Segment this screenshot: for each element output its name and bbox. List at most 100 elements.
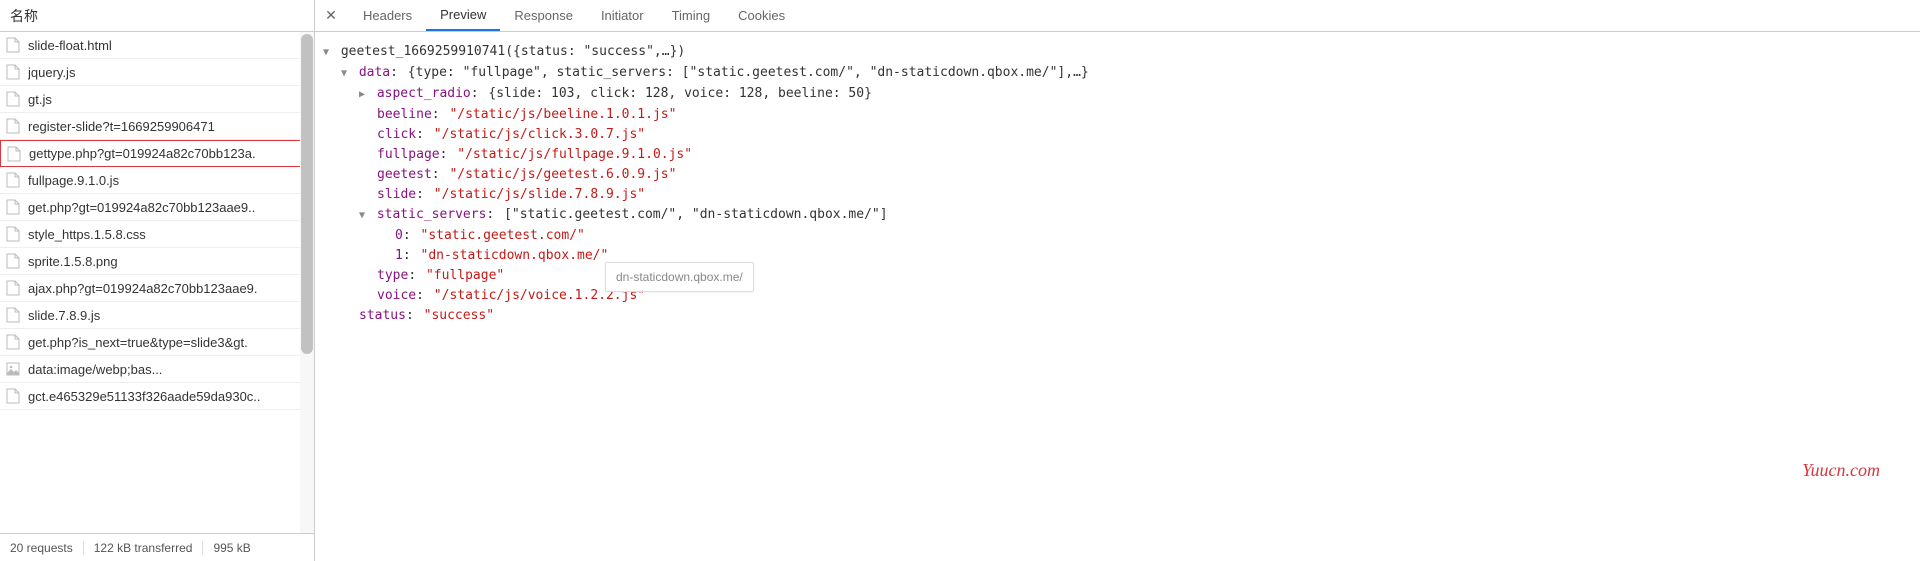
tree-row[interactable]: type: "fullpage" [323, 266, 1912, 286]
tab-preview[interactable]: Preview [426, 0, 500, 31]
document-file-icon [6, 388, 20, 404]
request-row[interactable]: gettype.php?gt=019924a82c70bb123a. [0, 140, 314, 167]
request-row[interactable]: sprite.1.5.8.png [0, 248, 314, 275]
tab-response[interactable]: Response [500, 0, 587, 31]
data-preview: {type: "fullpage", static_servers: ["sta… [408, 65, 1089, 80]
request-name: gct.e465329e51133f326aade59da930c.. [28, 389, 261, 404]
expand-arrow-icon[interactable]: ▼ [341, 64, 351, 84]
tree-row[interactable]: fullpage: "/static/js/fullpage.9.1.0.js" [323, 145, 1912, 165]
tabs-bar: ✕ HeadersPreviewResponseInitiatorTimingC… [315, 0, 1920, 32]
key-index-1: 1 [395, 248, 403, 263]
requests-count: 20 requests [10, 541, 84, 555]
request-row[interactable]: get.php?is_next=true&type=slide3&gt. [0, 329, 314, 356]
key-aspect-radio: aspect_radio [377, 86, 471, 101]
tree-row[interactable]: voice: "/static/js/voice.1.2.2.js" [323, 286, 1912, 306]
request-row[interactable]: get.php?gt=019924a82c70bb123aae9.. [0, 194, 314, 221]
request-row[interactable]: register-slide?t=1669259906471 [0, 113, 314, 140]
request-name: style_https.1.5.8.css [28, 227, 146, 242]
key-index-0: 0 [395, 228, 403, 243]
scrollbar-thumb[interactable] [301, 34, 313, 354]
tab-headers[interactable]: Headers [349, 0, 426, 31]
close-icon[interactable]: ✕ [319, 4, 343, 28]
document-file-icon [6, 199, 20, 215]
key-geetest: geetest [377, 167, 432, 182]
request-row[interactable]: ajax.php?gt=019924a82c70bb123aae9. [0, 275, 314, 302]
key-beeline: beeline [377, 107, 432, 122]
val-static-0: static.geetest.com/ [428, 228, 577, 243]
val-status: success [431, 308, 486, 323]
expand-arrow-icon[interactable]: ▼ [359, 206, 369, 226]
request-name: slide-float.html [28, 38, 112, 53]
document-file-icon [6, 64, 20, 80]
document-file-icon [6, 118, 20, 134]
request-row[interactable]: slide.7.8.9.js [0, 302, 314, 329]
tree-row[interactable]: beeline: "/static/js/beeline.1.0.1.js" [323, 105, 1912, 125]
val-geetest: /static/js/geetest.6.0.9.js [457, 167, 668, 182]
key-slide: slide [377, 187, 416, 202]
tree-row[interactable]: status: "success" [323, 306, 1912, 326]
document-file-icon [7, 146, 21, 162]
tree-row[interactable]: ▼ static_servers: ["static.geetest.com/"… [323, 205, 1912, 226]
request-row[interactable]: gct.e465329e51133f326aade59da930c.. [0, 383, 314, 410]
val-beeline: /static/js/beeline.1.0.1.js [457, 107, 668, 122]
request-name: register-slide?t=1669259906471 [28, 119, 215, 134]
request-row[interactable]: style_https.1.5.8.css [0, 221, 314, 248]
val-slide: /static/js/slide.7.8.9.js [442, 187, 638, 202]
preview-content[interactable]: ▼ geetest_1669259910741({status: "succes… [315, 32, 1920, 561]
val-fullpage: /static/js/fullpage.9.1.0.js [465, 147, 684, 162]
tree-row[interactable]: 1: "dn-staticdown.qbox.me/" [323, 246, 1912, 266]
callback-name: geetest_1669259910741 [341, 44, 505, 59]
network-requests-panel: 名称 slide-float.html jquery.js gt.js registe… [0, 0, 315, 561]
tree-row[interactable]: ▼ data: {type: "fullpage", static_server… [323, 63, 1912, 84]
request-list: slide-float.html jquery.js gt.js register-s… [0, 32, 314, 533]
transferred-size: 122 kB transferred [84, 541, 204, 555]
key-data: data [359, 65, 390, 80]
tree-row[interactable]: ▼ geetest_1669259910741({status: "succes… [323, 42, 1912, 63]
request-name: jquery.js [28, 65, 75, 80]
tree-row[interactable]: slide: "/static/js/slide.7.8.9.js" [323, 185, 1912, 205]
key-fullpage: fullpage [377, 147, 440, 162]
request-name: fullpage.9.1.0.js [28, 173, 119, 188]
request-row[interactable]: jquery.js [0, 59, 314, 86]
document-file-icon [6, 253, 20, 269]
request-name: ajax.php?gt=019924a82c70bb123aae9. [28, 281, 258, 296]
tree-row[interactable]: ▶ aspect_radio: {slide: 103, click: 128,… [323, 84, 1912, 105]
val-type: fullpage [434, 268, 497, 283]
key-voice: voice [377, 288, 416, 303]
request-row[interactable]: slide-float.html [0, 32, 314, 59]
document-file-icon [6, 37, 20, 53]
tab-initiator[interactable]: Initiator [587, 0, 658, 31]
request-row[interactable]: gt.js [0, 86, 314, 113]
request-name: data:image/webp;bas... [28, 362, 162, 377]
request-name: sprite.1.5.8.png [28, 254, 118, 269]
resources-size: 995 kB [203, 541, 260, 555]
aspect-radio-preview: {slide: 103, click: 128, voice: 128, bee… [488, 86, 872, 101]
request-row[interactable]: data:image/webp;bas... [0, 356, 314, 383]
key-static-servers: static_servers [377, 207, 487, 222]
collapse-arrow-icon[interactable]: ▶ [359, 85, 369, 105]
val-static-1: dn-staticdown.qbox.me/ [428, 248, 600, 263]
request-name: gt.js [28, 92, 52, 107]
hover-tooltip: dn-staticdown.qbox.me/ [605, 262, 754, 292]
status-bar: 20 requests 122 kB transferred 995 kB [0, 533, 314, 561]
key-type: type [377, 268, 408, 283]
document-file-icon [6, 172, 20, 188]
watermark: Yuucn.com [1802, 460, 1880, 481]
tree-row[interactable]: click: "/static/js/click.3.0.7.js" [323, 125, 1912, 145]
tab-cookies[interactable]: Cookies [724, 0, 799, 31]
tab-timing[interactable]: Timing [658, 0, 725, 31]
key-status: status [359, 308, 406, 323]
document-file-icon [6, 91, 20, 107]
name-column-header[interactable]: 名称 [0, 0, 314, 32]
val-click: /static/js/click.3.0.7.js [442, 127, 638, 142]
tree-row[interactable]: 0: "static.geetest.com/" [323, 226, 1912, 246]
request-row[interactable]: fullpage.9.1.0.js [0, 167, 314, 194]
static-servers-preview: ["static.geetest.com/", "dn-staticdown.q… [504, 207, 888, 222]
tree-row[interactable]: geetest: "/static/js/geetest.6.0.9.js" [323, 165, 1912, 185]
scrollbar-track[interactable] [300, 32, 314, 533]
document-file-icon [6, 307, 20, 323]
details-panel: ✕ HeadersPreviewResponseInitiatorTimingC… [315, 0, 1920, 561]
args-preview: {status: "success",…} [513, 44, 677, 59]
expand-arrow-icon[interactable]: ▼ [323, 43, 333, 63]
document-file-icon [6, 226, 20, 242]
